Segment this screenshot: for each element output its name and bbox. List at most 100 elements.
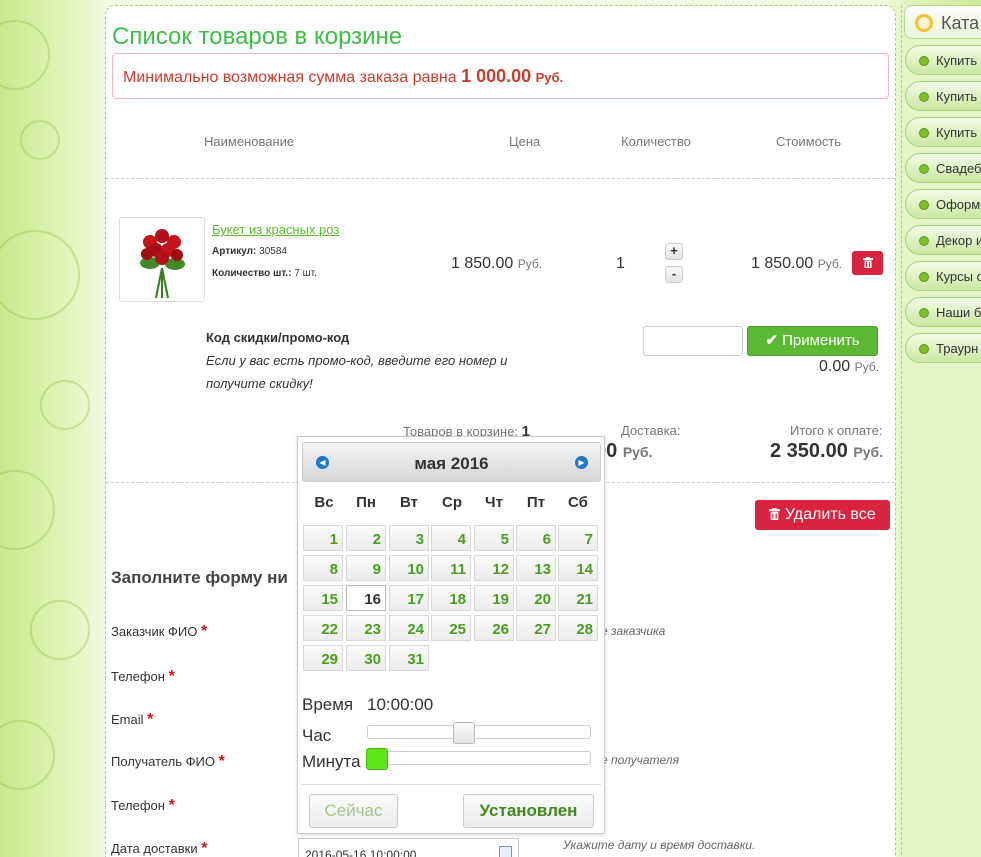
hour-slider[interactable] (367, 722, 591, 744)
divider (106, 178, 895, 179)
calendar-day[interactable]: 2 (346, 525, 386, 551)
required-mark: * (218, 753, 225, 770)
bullet-icon (919, 92, 929, 102)
discount-amount: 0.00 (819, 358, 851, 375)
notice-amount: 1 000.00 (461, 66, 532, 86)
product-link[interactable]: Букет из красных роз (212, 222, 339, 237)
calendar-day[interactable]: 13 (516, 555, 556, 581)
calendar-day[interactable]: 19 (474, 585, 514, 611)
hour-slider-handle[interactable] (453, 722, 475, 744)
customer-phone-label: Телефон * (111, 668, 175, 686)
delivery-date-label: Дата доставки * (111, 840, 207, 857)
calendar-day[interactable]: 28 (558, 615, 598, 641)
bullet-icon (919, 308, 929, 318)
calendar-day[interactable]: 30 (346, 645, 386, 671)
trash-icon (769, 508, 781, 520)
required-mark: * (168, 797, 175, 814)
sku-label: Артикул: (212, 246, 257, 257)
discount-currency: Руб. (854, 360, 879, 374)
catalog-item-label: Наши б (936, 305, 981, 320)
recipient-phone-label: Телефон * (111, 797, 175, 815)
field-label: Телефон (111, 798, 165, 813)
delete-item-button[interactable] (852, 251, 883, 275)
apply-promo-button[interactable]: ✔ Применить (747, 326, 878, 356)
set-button[interactable]: Установлен (463, 794, 594, 828)
trash-icon (862, 257, 873, 268)
promo-description: Если у вас есть промо-код, введите его н… (206, 353, 508, 391)
cost-value: 1 850.00 (751, 255, 814, 272)
bullet-icon (919, 200, 929, 210)
month-title: мая 2016 (414, 454, 489, 473)
now-button[interactable]: Сейчас (309, 794, 398, 828)
calendar-day[interactable]: 25 (431, 615, 471, 641)
bullet-icon (919, 272, 929, 282)
qty-value: 1 (616, 255, 625, 272)
field-label: Получатель ФИО (111, 754, 216, 769)
minute-slider-handle[interactable] (366, 748, 388, 770)
calendar-day[interactable]: 1 (303, 525, 343, 551)
calendar-day[interactable]: 29 (303, 645, 343, 671)
calendar-day[interactable]: 4 (431, 525, 471, 551)
customer-name-label: Заказчик ФИО * (111, 623, 207, 641)
calendar-day[interactable]: 15 (303, 585, 343, 611)
calendar-day[interactable]: 14 (558, 555, 598, 581)
form-title: Заполните форму ни (111, 568, 288, 587)
time-value: 10:00:00 (367, 695, 434, 714)
discount-value: 0.00 Руб. (819, 358, 879, 376)
calendar-day[interactable]: 16 (346, 585, 386, 611)
qty-plus-button[interactable]: + (665, 243, 683, 260)
catalog-item-label: Купить (936, 125, 978, 140)
product-cost: 1 850.00 Руб. (751, 255, 842, 273)
calendar-day[interactable]: 31 (389, 645, 429, 671)
catalog-item[interactable]: Траурн (905, 333, 981, 363)
product-image[interactable] (119, 217, 205, 302)
calendar-icon[interactable] (499, 846, 512, 857)
qty-minus-button[interactable]: - (665, 266, 683, 283)
calendar-day[interactable]: 23 (346, 615, 386, 641)
calendar-day[interactable]: 24 (389, 615, 429, 641)
calendar-day[interactable]: 18 (431, 585, 471, 611)
calendar-day[interactable]: 9 (346, 555, 386, 581)
catalog-item[interactable]: Купить (905, 117, 981, 147)
promo-code-input[interactable] (643, 326, 743, 356)
catalog-item[interactable]: Курсы с (905, 261, 981, 291)
calendar-day[interactable]: 10 (389, 555, 429, 581)
header-name: Наименование (204, 134, 295, 149)
calendar-day[interactable]: 5 (474, 525, 514, 551)
price-value: 1 850.00 (451, 255, 514, 272)
promo-title: Код скидки/промо-код (206, 330, 350, 345)
calendar-day[interactable]: 7 (558, 525, 598, 551)
catalog-item[interactable]: Свадеб (905, 153, 981, 183)
total-label: Итого к оплате: (790, 423, 883, 438)
calendar-day[interactable]: 11 (431, 555, 471, 581)
total-currency: Руб. (853, 444, 884, 460)
calendar-day[interactable]: 8 (303, 555, 343, 581)
calendar-day[interactable]: 27 (516, 615, 556, 641)
catalog-item[interactable]: Купить (905, 81, 981, 111)
calendar-day[interactable]: 12 (474, 555, 514, 581)
calendar-day[interactable]: 20 (516, 585, 556, 611)
calendar-day[interactable]: 26 (474, 615, 514, 641)
catalog-item[interactable]: Купить (905, 45, 981, 75)
catalog-item[interactable]: Оформ (905, 189, 981, 219)
header-price: Цена (509, 134, 541, 149)
calendar-day[interactable]: 17 (389, 585, 429, 611)
minute-slider[interactable] (366, 748, 591, 770)
total-value: 2 350.00 Руб. (770, 440, 883, 463)
catalog-item[interactable]: Наши б (905, 297, 981, 327)
catalog-item[interactable]: Декор и (905, 225, 981, 255)
catalog-item-label: Декор и (936, 233, 981, 248)
calendar-day[interactable]: 21 (558, 585, 598, 611)
product-price: 1 850.00 Руб. (451, 255, 542, 273)
flower-icon (915, 14, 933, 32)
weekday-header: Вт (400, 494, 418, 511)
calendar-day[interactable]: 3 (389, 525, 429, 551)
calendar-day[interactable]: 6 (516, 525, 556, 551)
delivery-date-input[interactable]: 2016-05-16 10:00:00 (298, 838, 519, 857)
weekday-header: Вс (314, 494, 334, 511)
date-value: 2016-05-16 10:00:00 (305, 848, 417, 857)
delete-all-button[interactable]: Удалить все (755, 500, 890, 530)
calendar-day[interactable]: 22 (303, 615, 343, 641)
bullet-icon (919, 164, 929, 174)
next-month-icon[interactable]: ▶ (575, 456, 588, 469)
